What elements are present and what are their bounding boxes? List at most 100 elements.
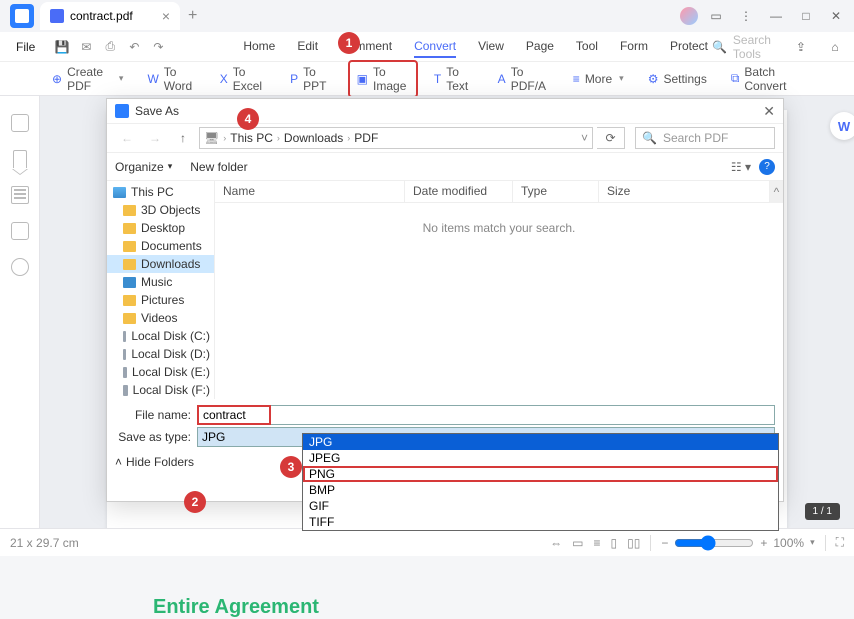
- cloud-icon[interactable]: ⌂: [821, 33, 849, 61]
- menu-page[interactable]: Page: [526, 36, 554, 58]
- menu-protect[interactable]: Protect: [670, 36, 708, 58]
- tree-desktop[interactable]: Desktop: [107, 219, 214, 237]
- col-date[interactable]: Date modified: [405, 181, 513, 202]
- type-option-bmp[interactable]: BMP: [303, 482, 778, 498]
- document-tab[interactable]: contract.pdf ×: [40, 2, 180, 30]
- path-dropdown-icon[interactable]: ˅: [581, 131, 588, 145]
- create-pdf-button[interactable]: ⊕Create PDF▾: [44, 61, 131, 97]
- callout-3: 3: [280, 456, 302, 478]
- search-tools[interactable]: 🔍 Search Tools: [712, 33, 771, 61]
- type-option-jpg[interactable]: JPG: [303, 434, 778, 450]
- app-menu-icon[interactable]: ▭: [702, 2, 730, 30]
- menu-tool[interactable]: Tool: [576, 36, 598, 58]
- nav-forward-button[interactable]: →: [143, 126, 167, 150]
- to-text-button[interactable]: TTo Text: [426, 61, 482, 97]
- col-type[interactable]: Type: [513, 181, 599, 202]
- minimize-button[interactable]: —: [762, 2, 790, 30]
- refresh-button[interactable]: ⟳: [597, 127, 625, 149]
- zoom-level[interactable]: 100%: [773, 536, 804, 550]
- menu-view[interactable]: View: [478, 36, 504, 58]
- to-image-button[interactable]: ▣To Image: [348, 60, 418, 98]
- tree-music[interactable]: Music: [107, 273, 214, 291]
- to-pdfa-button[interactable]: ATo PDF/A: [490, 61, 557, 97]
- word-export-badge[interactable]: [830, 112, 854, 140]
- folder-tree[interactable]: This PC 3D Objects Desktop Documents Dow…: [107, 181, 215, 399]
- fit-page-icon[interactable]: ▭: [572, 536, 583, 550]
- tree-scroll-up[interactable]: ^: [769, 181, 783, 203]
- comments-icon[interactable]: [11, 222, 29, 240]
- search-panel-icon[interactable]: [11, 258, 29, 276]
- mail-icon[interactable]: ✉: [75, 36, 97, 58]
- attachments-icon[interactable]: [11, 186, 29, 204]
- path-seg-downloads[interactable]: Downloads: [284, 131, 343, 145]
- tree-3dobjects[interactable]: 3D Objects: [107, 201, 214, 219]
- save-icon[interactable]: 💾: [51, 36, 73, 58]
- tree-thispc[interactable]: This PC: [107, 183, 214, 201]
- close-tab-icon[interactable]: ×: [162, 8, 170, 24]
- zoom-out-button[interactable]: −: [661, 536, 668, 550]
- fullscreen-icon[interactable]: ⛶: [836, 535, 844, 550]
- close-window-button[interactable]: ✕: [822, 2, 850, 30]
- menu-edit[interactable]: Edit: [297, 36, 318, 58]
- file-name-input-rest[interactable]: [271, 405, 775, 425]
- more-icon[interactable]: ⋮: [732, 2, 760, 30]
- tree-locale[interactable]: Local Disk (E:): [107, 363, 214, 381]
- nav-up-button[interactable]: ↑: [171, 126, 195, 150]
- tree-downloads[interactable]: Downloads: [107, 255, 214, 273]
- dialog-help-icon[interactable]: ?: [759, 159, 775, 175]
- tree-documents[interactable]: Documents: [107, 237, 214, 255]
- share-icon[interactable]: ⇪: [787, 33, 815, 61]
- file-list-area[interactable]: ^ Name Date modified Type Size No items …: [215, 181, 783, 399]
- thumbnails-icon[interactable]: [11, 114, 29, 132]
- to-ppt-button[interactable]: PTo PPT: [282, 61, 340, 97]
- type-option-jpeg[interactable]: JPEG: [303, 450, 778, 466]
- user-avatar[interactable]: [680, 7, 698, 25]
- type-option-tiff[interactable]: TIFF: [303, 514, 778, 530]
- print-icon[interactable]: ⎙: [99, 36, 121, 58]
- organize-button[interactable]: Organize▾: [115, 160, 172, 174]
- to-word-button[interactable]: WTo Word: [139, 61, 203, 97]
- type-option-png[interactable]: PNG: [303, 466, 778, 482]
- file-menu[interactable]: File: [8, 36, 43, 58]
- menu-convert[interactable]: Convert: [414, 36, 456, 58]
- chevron-up-icon: ˄: [115, 455, 122, 469]
- type-option-gif[interactable]: GIF: [303, 498, 778, 514]
- layout-icon[interactable]: ≡: [593, 536, 600, 550]
- zoom-slider[interactable]: [674, 535, 754, 551]
- path-bar[interactable]: 🖥 › This PC › Downloads › PDF ˅: [199, 127, 593, 149]
- col-name[interactable]: Name: [215, 181, 405, 202]
- col-size[interactable]: Size: [599, 181, 783, 202]
- tree-pictures[interactable]: Pictures: [107, 291, 214, 309]
- path-seg-pdf[interactable]: PDF: [354, 131, 378, 145]
- chevron-down-icon: ▾: [119, 73, 124, 84]
- to-excel-button[interactable]: XTo Excel: [212, 61, 274, 97]
- page-indicator[interactable]: 1 / 1: [805, 503, 840, 520]
- menu-form[interactable]: Form: [620, 36, 648, 58]
- batch-convert-button[interactable]: ⧉Batch Convert: [723, 61, 810, 97]
- tree-localf[interactable]: Local Disk (F:): [107, 381, 214, 399]
- undo-icon[interactable]: ↶: [123, 36, 145, 58]
- view-mode-button[interactable]: ☷ ▾: [731, 160, 751, 174]
- tree-localc[interactable]: Local Disk (C:): [107, 327, 214, 345]
- bookmark-icon[interactable]: [13, 150, 27, 168]
- single-page-icon[interactable]: ▯: [611, 536, 618, 550]
- nav-back-button[interactable]: ←: [115, 126, 139, 150]
- file-type-dropdown[interactable]: JPG JPEG PNG BMP GIF TIFF: [302, 433, 779, 531]
- tree-locald[interactable]: Local Disk (D:): [107, 345, 214, 363]
- more-button[interactable]: ≡More▾: [565, 68, 632, 90]
- path-seg-thispc[interactable]: This PC: [230, 131, 273, 145]
- two-page-icon[interactable]: ▯▯: [627, 536, 640, 550]
- dialog-search-input[interactable]: 🔍 Search PDF: [635, 127, 775, 149]
- batch-icon: ⧉: [731, 71, 740, 86]
- menu-home[interactable]: Home: [243, 36, 275, 58]
- new-folder-button[interactable]: New folder: [190, 160, 247, 174]
- settings-button[interactable]: ⚙Settings: [640, 68, 715, 90]
- file-name-input[interactable]: [197, 405, 271, 425]
- tree-videos[interactable]: Videos: [107, 309, 214, 327]
- maximize-button[interactable]: □: [792, 2, 820, 30]
- dialog-close-button[interactable]: ✕: [763, 103, 775, 120]
- new-tab-button[interactable]: +: [188, 7, 197, 25]
- fit-width-icon[interactable]: ⇔: [550, 536, 562, 550]
- redo-icon[interactable]: ↷: [147, 36, 169, 58]
- zoom-in-button[interactable]: +: [760, 536, 767, 550]
